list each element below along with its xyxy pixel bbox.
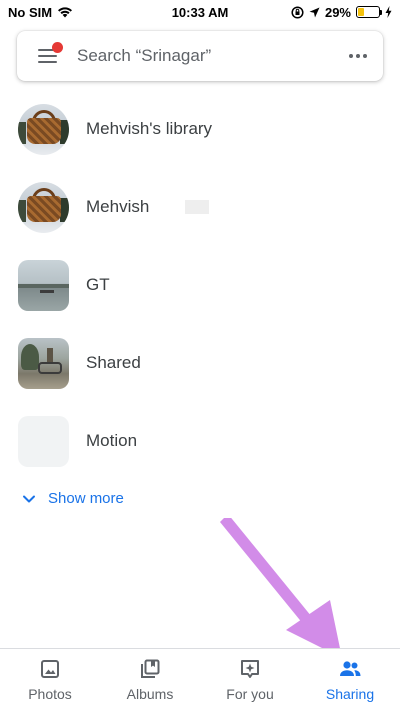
list-item[interactable]: Shared (0, 324, 400, 402)
battery-icon (356, 6, 382, 18)
photo-icon (41, 660, 59, 678)
nav-label: Photos (28, 686, 72, 702)
albums-icon (141, 659, 160, 678)
list-item-label: Shared (86, 353, 141, 372)
album-thumbnail (18, 337, 69, 389)
more-horizontal-icon (349, 54, 353, 58)
charging-icon (385, 6, 392, 18)
chevron-down-icon (23, 495, 35, 502)
nav-label: Sharing (325, 686, 375, 702)
list-item[interactable]: Mehvish (0, 168, 400, 246)
list-item-label: GT (86, 275, 110, 294)
menu-button[interactable] (17, 31, 77, 81)
wifi-icon (58, 7, 73, 18)
more-options-button[interactable] (333, 31, 383, 81)
for-you-icon (241, 660, 259, 678)
show-more-button[interactable]: Show more (22, 490, 124, 507)
nav-label: For you (226, 686, 274, 702)
album-thumbnail (18, 415, 69, 467)
list-item[interactable]: Mehvish's library (0, 90, 400, 168)
status-bar: No SIM 10:33 AM 29% (0, 0, 400, 24)
nav-photos[interactable]: Photos (0, 649, 100, 711)
battery-level (358, 8, 364, 16)
sharing-list: Mehvish's library Mehvish GT Shared Moti… (0, 90, 400, 480)
nav-label: Albums (126, 686, 174, 702)
avatar (18, 181, 69, 233)
status-left: No SIM (8, 5, 73, 20)
people-icon (340, 661, 361, 676)
avatar (18, 103, 69, 155)
orientation-lock-icon (291, 5, 304, 19)
search-bar[interactable]: Search “Srinagar” (17, 31, 383, 81)
carrier-label: No SIM (8, 4, 53, 20)
battery-percent: 29% (324, 4, 351, 20)
list-item[interactable]: GT (0, 246, 400, 324)
list-item-label: Motion (86, 431, 138, 450)
annotation-arrow (220, 518, 342, 658)
nav-albums[interactable]: Albums (100, 649, 200, 711)
list-item-label: Mehvish (86, 197, 150, 216)
nav-for-you[interactable]: For you (200, 649, 300, 711)
redacted-block (185, 200, 210, 214)
album-thumbnail (18, 259, 69, 311)
notification-dot (52, 42, 63, 53)
location-icon (309, 7, 320, 17)
list-item[interactable]: Motion (0, 402, 400, 480)
status-right: 29% (291, 5, 392, 20)
show-more-label: Show more (48, 490, 124, 507)
list-item-label: Mehvish's library (86, 119, 213, 138)
bottom-nav: Photos Albums For you Sharing (0, 648, 400, 711)
nav-sharing[interactable]: Sharing (300, 649, 400, 711)
search-input[interactable]: Search “Srinagar” (77, 46, 333, 66)
